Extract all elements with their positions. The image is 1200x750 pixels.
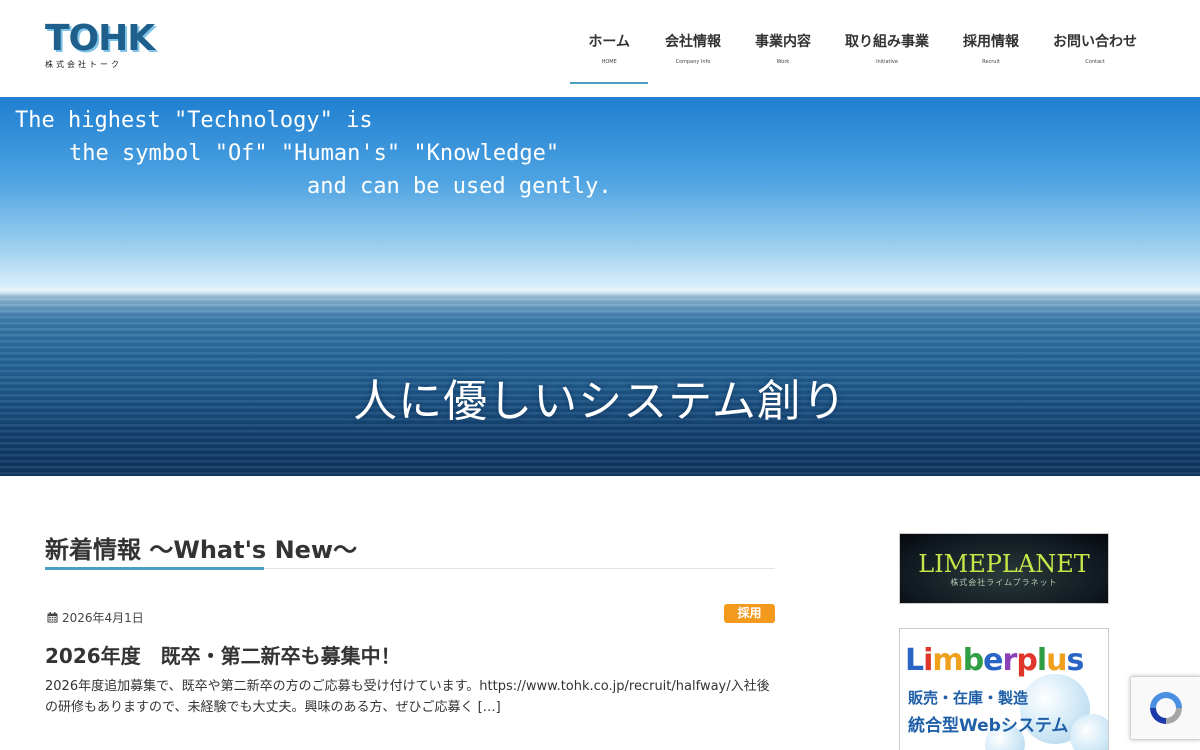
limeplanet-banner[interactable]: LIMEPLANET 株式会社ライムプラネット bbox=[899, 533, 1109, 604]
hero-catchphrase: 人に優しいシステム創り bbox=[353, 376, 847, 427]
nav-label: 取り組み事業 bbox=[845, 34, 929, 50]
post-title-link[interactable]: 2026年度 既卒・第二新卒も募集中！ bbox=[45, 640, 401, 669]
nav-label: 会社情報 bbox=[665, 34, 721, 50]
logo-letter: s bbox=[1066, 643, 1084, 678]
nav-sublabel: Recruit bbox=[982, 59, 1000, 65]
logo-letter: r bbox=[1002, 643, 1018, 678]
nav-item-recruit[interactable]: 採用情報 Recruit bbox=[946, 0, 1036, 84]
logo-letter: L bbox=[905, 643, 924, 678]
nav-label: 事業内容 bbox=[755, 34, 811, 50]
nav-label: ホーム bbox=[588, 34, 630, 50]
global-nav: ホーム HOME 会社情報 Company Info 事業内容 Work 取り組… bbox=[570, 0, 1154, 97]
bubble-graphic bbox=[1070, 714, 1108, 750]
banner-line-1: 販売・在庫・製造 bbox=[908, 689, 1029, 707]
logo-letter: e bbox=[983, 643, 1003, 678]
calendar-icon bbox=[47, 612, 58, 623]
nav-label: お問い合わせ bbox=[1053, 34, 1137, 50]
logo-letter: b bbox=[962, 643, 985, 678]
hero-tagline-line-2: the symbol "Of" "Human's" "Knowledge" bbox=[69, 141, 560, 166]
recaptcha-icon bbox=[1149, 692, 1182, 724]
nav-item-home[interactable]: ホーム HOME bbox=[570, 0, 648, 84]
news-heading: 新着情報 ～What's New～ bbox=[45, 536, 358, 564]
recaptcha-badge[interactable] bbox=[1130, 676, 1200, 740]
nav-item-work[interactable]: 事業内容 Work bbox=[738, 0, 828, 84]
hero-banner: The highest "Technology" is the symbol "… bbox=[0, 97, 1200, 476]
logo-letter: m bbox=[932, 643, 963, 678]
banner-subtitle: 株式会社ライムプラネット bbox=[950, 578, 1058, 587]
limberplus-banner[interactable]: Limberplus 販売・在庫・製造 統合型Webシステム bbox=[899, 628, 1109, 750]
nav-item-initiative[interactable]: 取り組み事業 Initiative bbox=[828, 0, 946, 84]
post-date-text: 2026年4月1日 bbox=[62, 611, 144, 625]
nav-sublabel: Contact bbox=[1085, 59, 1105, 65]
logo-letter: u bbox=[1046, 643, 1067, 678]
nav-item-contact[interactable]: お問い合わせ Contact bbox=[1036, 0, 1154, 84]
nav-sublabel: Initiative bbox=[876, 59, 898, 65]
nav-label: 採用情報 bbox=[963, 34, 1019, 50]
hero-tagline-line-3: and can be used gently. bbox=[307, 174, 612, 199]
nav-sublabel: HOME bbox=[601, 59, 617, 65]
heading-accent-bar bbox=[45, 567, 264, 570]
banner-title: LIMEPLANET bbox=[918, 550, 1090, 578]
post-excerpt: 2026年度追加募集で、既卒や第二新卒の方のご応募も受け付けています。https… bbox=[45, 679, 770, 715]
category-badge[interactable]: 採用 bbox=[724, 604, 775, 623]
site-logo[interactable]: TOHK 株式会社トーク bbox=[45, 20, 175, 72]
limberplus-logo: Limberplus bbox=[905, 643, 1084, 678]
post-date: 2026年4月1日 bbox=[47, 609, 144, 626]
logo-wordmark: TOHK bbox=[45, 18, 155, 59]
logo-company-name: 株式会社トーク bbox=[45, 60, 122, 69]
logo-letter: p bbox=[1016, 643, 1038, 678]
site-header: TOHK 株式会社トーク ホーム HOME 会社情報 Company Info … bbox=[0, 0, 1200, 97]
hero-tagline-line-1: The highest "Technology" is bbox=[15, 108, 373, 133]
nav-sublabel: Company Info bbox=[675, 59, 711, 65]
nav-item-company-info[interactable]: 会社情報 Company Info bbox=[648, 0, 738, 84]
banner-line-2: 統合型Webシステム bbox=[908, 716, 1069, 736]
nav-sublabel: Work bbox=[776, 59, 790, 65]
logo-letter: l bbox=[1036, 643, 1047, 678]
